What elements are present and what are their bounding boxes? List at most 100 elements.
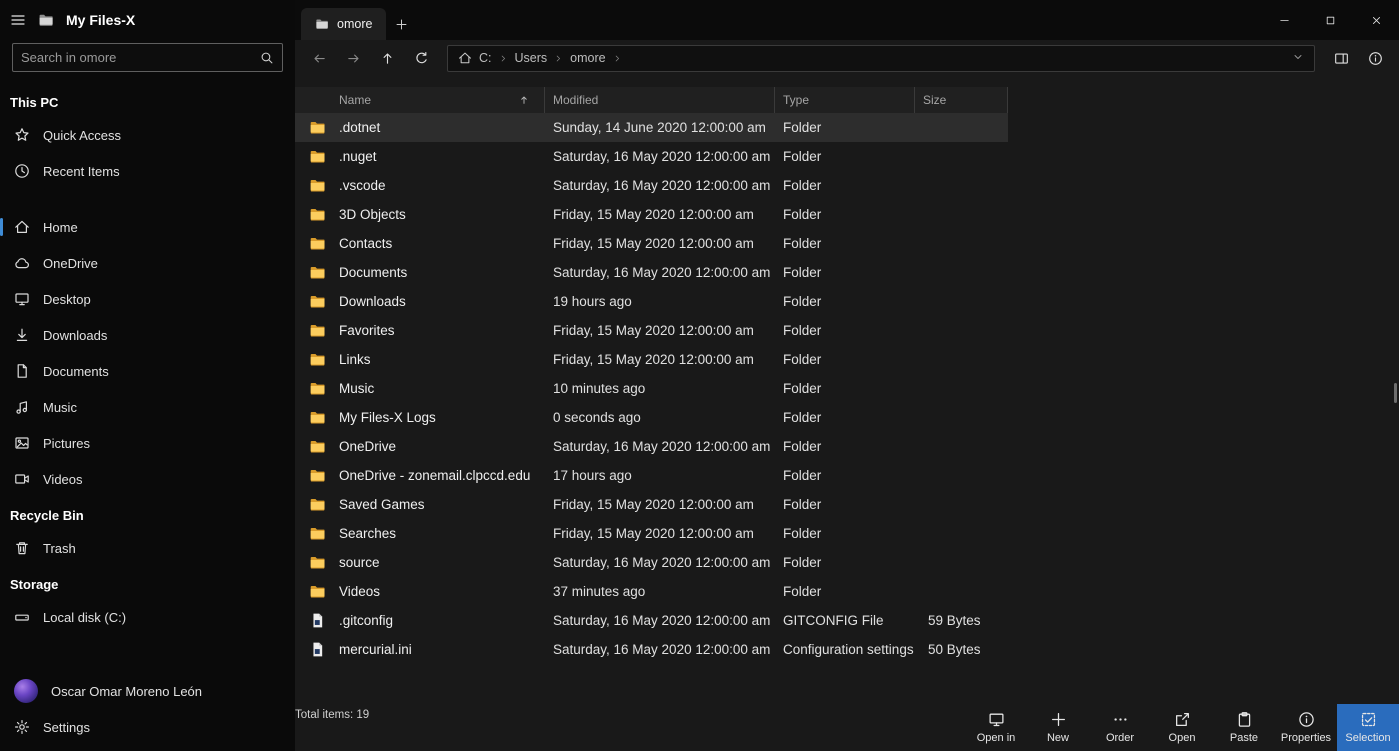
file-row-saved-games[interactable]: Saved Games Friday, 15 May 2020 12:00:00… [295, 490, 1008, 519]
file-row-favorites[interactable]: Favorites Friday, 15 May 2020 12:00:00 a… [295, 316, 1008, 345]
sidebar-section-header: This PC [0, 84, 295, 117]
file-name: .gitconfig [339, 613, 545, 628]
search-box[interactable] [12, 43, 283, 72]
file-type: Folder [775, 497, 915, 512]
file-row-nuget[interactable]: .nuget Saturday, 16 May 2020 12:00:00 am… [295, 142, 1008, 171]
column-header-size[interactable]: Size [915, 87, 1008, 113]
sidebar-section-header: Recycle Bin [0, 497, 295, 530]
sidebar-item-local-disk-c[interactable]: Local disk (C:) [0, 599, 295, 635]
close-button[interactable] [1353, 0, 1399, 40]
sidebar-item-home[interactable]: Home [0, 209, 295, 245]
forward-button[interactable] [337, 44, 369, 72]
breadcrumb-segment-omore[interactable]: omore [570, 51, 605, 65]
folder-icon [309, 177, 326, 194]
file-name: source [339, 555, 545, 570]
breadcrumb-dropdown-icon[interactable] [1292, 51, 1304, 66]
file-row-my-files-x-logs[interactable]: My Files-X Logs 0 seconds ago Folder [295, 403, 1008, 432]
file-row-music[interactable]: Music 10 minutes ago Folder [295, 374, 1008, 403]
properties-info-button[interactable] [1359, 44, 1391, 72]
toolbar-button-selection[interactable]: Selection [1337, 704, 1399, 751]
navigation-bar: C: Users omore [295, 40, 1399, 76]
file-modified: Saturday, 16 May 2020 12:00:00 am [545, 149, 775, 164]
sidebar-item-onedrive[interactable]: OneDrive [0, 245, 295, 281]
file-row-dotnet[interactable]: .dotnet Sunday, 14 June 2020 12:00:00 am… [295, 113, 1008, 142]
file-modified: Friday, 15 May 2020 12:00:00 am [545, 497, 775, 512]
user-name: Oscar Omar Moreno León [51, 684, 202, 699]
column-header-name[interactable]: Name [295, 87, 545, 113]
folder-icon [309, 119, 326, 136]
file-row-documents[interactable]: Documents Saturday, 16 May 2020 12:00:00… [295, 258, 1008, 287]
file-row-gitconfig[interactable]: .gitconfig Saturday, 16 May 2020 12:00:0… [295, 606, 1008, 635]
up-button[interactable] [371, 44, 403, 72]
window-controls [1261, 0, 1399, 40]
user-account[interactable]: Oscar Omar Moreno León [0, 673, 295, 709]
file-row-videos[interactable]: Videos 37 minutes ago Folder [295, 577, 1008, 606]
toolbar-button-open[interactable]: Open [1151, 704, 1213, 751]
breadcrumb-segment-users[interactable]: Users [515, 51, 548, 65]
sidebar-item-recent-items[interactable]: Recent Items [0, 153, 295, 189]
column-header-type[interactable]: Type [775, 87, 915, 113]
sidebar-item-trash[interactable]: Trash [0, 530, 295, 566]
file-row-downloads[interactable]: Downloads 19 hours ago Folder [295, 287, 1008, 316]
file-icon [309, 612, 326, 629]
sidebar-item-pictures[interactable]: Pictures [0, 425, 295, 461]
minimize-button[interactable] [1261, 0, 1307, 40]
file-name: OneDrive - zonemail.clpccd.edu [339, 468, 545, 483]
preview-pane-button[interactable] [1325, 44, 1357, 72]
file-name: .vscode [339, 178, 545, 193]
file-row-3d-objects[interactable]: 3D Objects Friday, 15 May 2020 12:00:00 … [295, 200, 1008, 229]
sidebar-navigation: This PC Quick Access Recent Items Home O… [0, 84, 295, 635]
selection-indicator [0, 470, 3, 488]
toolbar-button-order[interactable]: Order [1089, 704, 1151, 751]
menu-icon[interactable] [10, 12, 26, 28]
trash-icon [14, 540, 30, 556]
maximize-button[interactable] [1307, 0, 1353, 40]
sidebar-item-documents[interactable]: Documents [0, 353, 295, 389]
file-name: OneDrive [339, 439, 545, 454]
settings-label: Settings [43, 720, 90, 735]
sidebar-item-desktop[interactable]: Desktop [0, 281, 295, 317]
file-modified: Saturday, 16 May 2020 12:00:00 am [545, 265, 775, 280]
file-row-contacts[interactable]: Contacts Friday, 15 May 2020 12:00:00 am… [295, 229, 1008, 258]
toolbar-button-open-in[interactable]: Open in [965, 704, 1027, 751]
sidebar-item-downloads[interactable]: Downloads [0, 317, 295, 353]
file-name: .nuget [339, 149, 545, 164]
back-button[interactable] [303, 44, 335, 72]
tab-folder-icon [315, 17, 329, 31]
tab-omore[interactable]: omore [301, 8, 386, 40]
sidebar-item-music[interactable]: Music [0, 389, 295, 425]
file-modified: Friday, 15 May 2020 12:00:00 am [545, 323, 775, 338]
refresh-button[interactable] [405, 44, 437, 72]
bottom-toolbar: Total items: 19 Open in New Order Open P… [295, 704, 1399, 751]
file-modified: Sunday, 14 June 2020 12:00:00 am [545, 120, 775, 135]
folder-icon [309, 148, 326, 165]
plus-icon [1050, 711, 1067, 728]
breadcrumb-segment-drive[interactable]: C: [479, 51, 492, 65]
file-modified: Friday, 15 May 2020 12:00:00 am [545, 526, 775, 541]
file-row-source[interactable]: source Saturday, 16 May 2020 12:00:00 am… [295, 548, 1008, 577]
home-icon[interactable] [458, 51, 472, 65]
sidebar-item-videos[interactable]: Videos [0, 461, 295, 497]
file-modified: 37 minutes ago [545, 584, 775, 599]
toolbar-button-new[interactable]: New [1027, 704, 1089, 751]
column-header-modified[interactable]: Modified [545, 87, 775, 113]
scrollbar-thumb[interactable] [1394, 383, 1397, 403]
file-row-mercurial-ini[interactable]: mercurial.ini Saturday, 16 May 2020 12:0… [295, 635, 1008, 664]
toolbar-button-paste[interactable]: Paste [1213, 704, 1275, 751]
breadcrumb[interactable]: C: Users omore [447, 45, 1315, 72]
search-input[interactable] [21, 50, 260, 65]
file-row-links[interactable]: Links Friday, 15 May 2020 12:00:00 am Fo… [295, 345, 1008, 374]
file-row-vscode[interactable]: .vscode Saturday, 16 May 2020 12:00:00 a… [295, 171, 1008, 200]
file-row-searches[interactable]: Searches Friday, 15 May 2020 12:00:00 am… [295, 519, 1008, 548]
sidebar-item-quick-access[interactable]: Quick Access [0, 117, 295, 153]
file-type: Folder [775, 555, 915, 570]
info-icon [1298, 711, 1315, 728]
folder-icon [309, 583, 326, 600]
search-icon[interactable] [260, 51, 274, 65]
file-row-onedrive[interactable]: OneDrive Saturday, 16 May 2020 12:00:00 … [295, 432, 1008, 461]
new-tab-button[interactable] [386, 8, 416, 40]
toolbar-button-properties[interactable]: Properties [1275, 704, 1337, 751]
file-row-onedrive-zonemail-clpccd-edu[interactable]: OneDrive - zonemail.clpccd.edu 17 hours … [295, 461, 1008, 490]
video-icon [14, 471, 30, 487]
sidebar-item-settings[interactable]: Settings [0, 709, 295, 745]
